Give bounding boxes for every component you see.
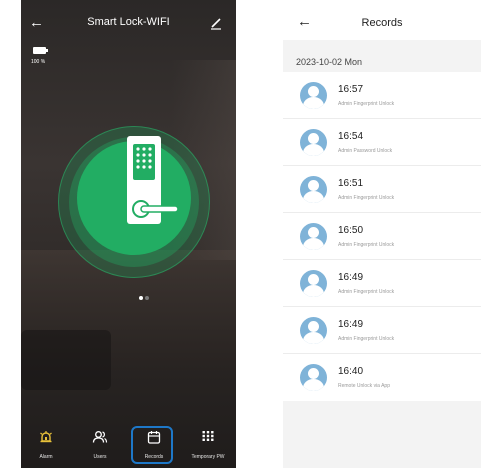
- tab-records[interactable]: Records: [129, 420, 179, 464]
- user-avatar-icon: [300, 364, 327, 391]
- page-title: Smart Lock-WIFI: [87, 16, 170, 28]
- calendar-icon: [147, 431, 161, 444]
- page-dot-active[interactable]: [139, 296, 143, 300]
- tab-users[interactable]: Users: [75, 420, 125, 464]
- battery-level: 100 %: [31, 59, 46, 65]
- record-time: 16:49: [338, 272, 364, 283]
- record-row[interactable]: 16:40 Remote Unlock via App: [283, 354, 481, 401]
- page-title: Records: [361, 17, 403, 29]
- record-time: 16:54: [338, 131, 364, 142]
- tab-label: Records: [144, 454, 164, 460]
- tab-label: Users: [93, 454, 107, 460]
- record-row[interactable]: 16:57 Admin Fingerprint Unlock: [283, 72, 481, 119]
- record-description: Admin Fingerprint Unlock: [338, 101, 395, 107]
- tab-label: Alarm: [39, 454, 53, 460]
- tab-alarm[interactable]: Alarm: [21, 420, 71, 464]
- record-time: 16:49: [338, 319, 364, 330]
- keypad-icon: [202, 431, 214, 441]
- tab-label: Temporary PW: [191, 454, 225, 460]
- user-avatar-icon: [300, 317, 327, 344]
- bottom-tab-bar: Alarm Users Records Temporary PW: [21, 420, 236, 468]
- page-indicator: [139, 287, 151, 305]
- record-row[interactable]: 16:54 Admin Password Unlock: [283, 119, 481, 166]
- records-header: ← Records: [283, 0, 481, 40]
- record-time: 16:51: [338, 178, 364, 189]
- door-lock-icon: [127, 136, 179, 224]
- record-description: Admin Fingerprint Unlock: [338, 242, 395, 248]
- user-avatar-icon: [300, 270, 327, 297]
- record-time: 16:50: [338, 225, 364, 236]
- records-list: 16:57 Admin Fingerprint Unlock 16:54 Adm…: [283, 72, 481, 401]
- record-description: Admin Fingerprint Unlock: [338, 336, 395, 342]
- record-row[interactable]: 16:50 Admin Fingerprint Unlock: [283, 213, 481, 260]
- background-shade: [21, 330, 111, 390]
- record-row[interactable]: 16:51 Admin Fingerprint Unlock: [283, 166, 481, 213]
- user-avatar-icon: [300, 223, 327, 250]
- date-header: 2023-10-02 Mon: [296, 57, 363, 67]
- lock-home-screen: ← Smart Lock-WIFI 100 % Alarm Users Reco…: [21, 0, 236, 468]
- page-dot[interactable]: [145, 296, 149, 300]
- record-description: Admin Password Unlock: [338, 148, 393, 154]
- record-time: 16:40: [338, 366, 364, 377]
- record-description: Admin Fingerprint Unlock: [338, 289, 395, 295]
- record-row[interactable]: 16:49 Admin Fingerprint Unlock: [283, 260, 481, 307]
- user-avatar-icon: [300, 129, 327, 156]
- alarm-bell-icon: [40, 431, 52, 443]
- battery-icon: [33, 47, 48, 54]
- tab-temporary-pw[interactable]: Temporary PW: [183, 420, 233, 464]
- record-row[interactable]: 16:49 Admin Fingerprint Unlock: [283, 307, 481, 354]
- user-avatar-icon: [300, 82, 327, 109]
- pencil-icon[interactable]: [210, 16, 222, 30]
- record-description: Admin Fingerprint Unlock: [338, 195, 395, 201]
- lock-header: ← Smart Lock-WIFI: [21, 14, 236, 34]
- record-description: Remote Unlock via App: [338, 383, 390, 389]
- users-icon: [92, 431, 108, 443]
- user-avatar-icon: [300, 176, 327, 203]
- records-screen: ← Records 2023-10-02 Mon 16:57 Admin Fin…: [283, 0, 481, 468]
- record-time: 16:57: [338, 84, 364, 95]
